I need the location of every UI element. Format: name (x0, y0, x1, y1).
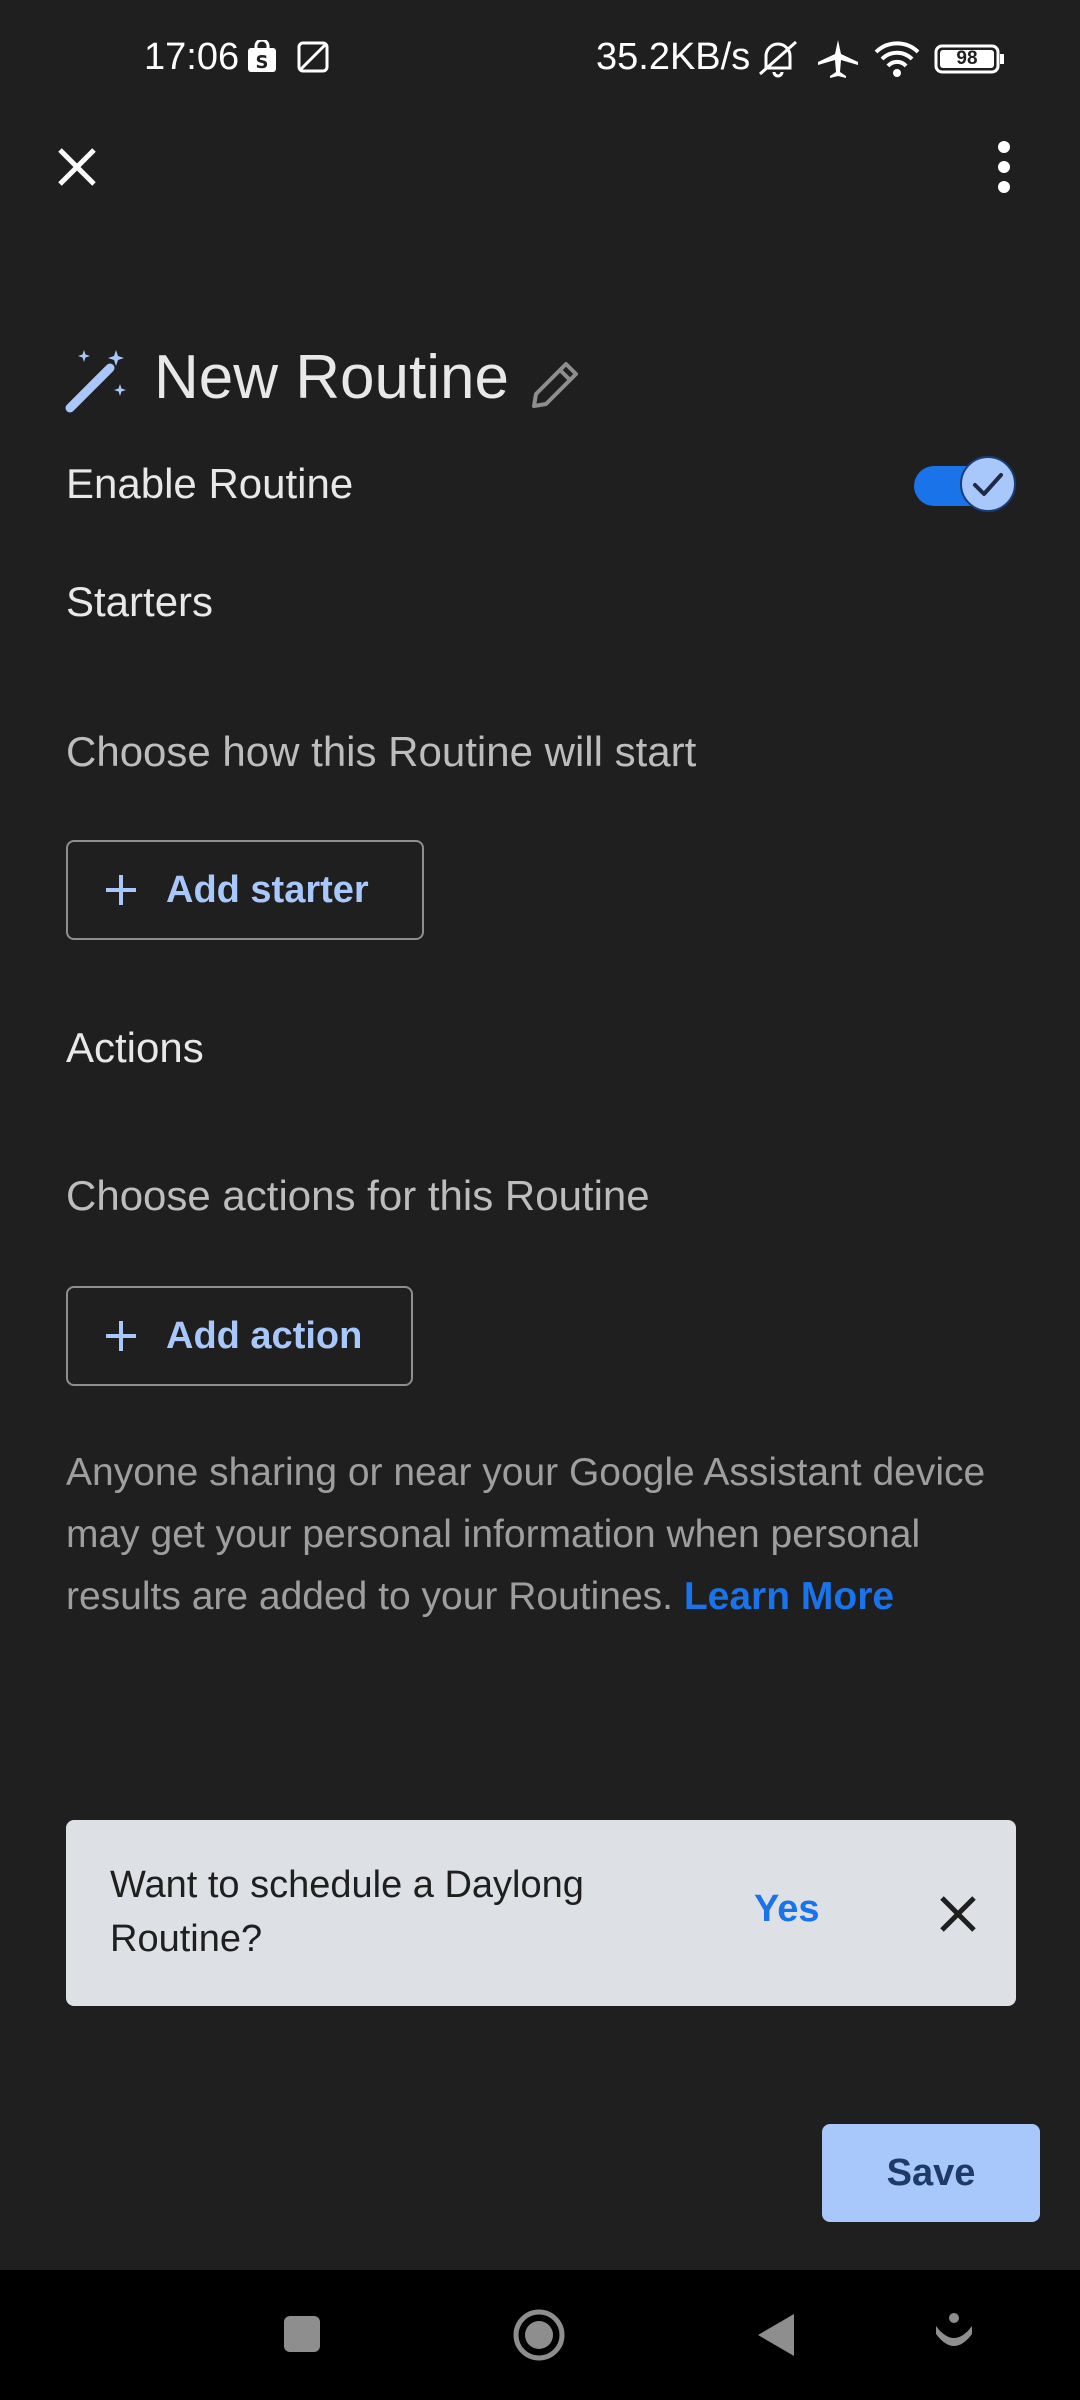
actions-description: Choose actions for this Routine (66, 1172, 650, 1219)
starters-heading: Starters (66, 578, 214, 625)
daylong-snackbar: Want to schedule a Daylong Routine? Yes (66, 1820, 1016, 2006)
toggle-thumb (960, 456, 1016, 512)
magic-wand-icon (64, 348, 130, 414)
status-time: 17:06 (144, 36, 240, 78)
snackbar-yes-button[interactable]: Yes (754, 1888, 820, 1931)
enable-routine-toggle[interactable] (914, 456, 1018, 514)
pencil-icon (532, 362, 578, 408)
add-starter-button[interactable]: Add starter (66, 840, 424, 940)
snackbar-dismiss-button[interactable] (916, 1872, 1000, 1956)
privacy-notice: Anyone sharing or near your Google Assis… (66, 1442, 1026, 1628)
check-icon (973, 473, 1003, 496)
add-action-button[interactable]: Add action (66, 1286, 413, 1386)
close-button[interactable] (40, 130, 114, 204)
actions-heading: Actions (66, 1024, 204, 1071)
silent-bell-icon (756, 38, 800, 85)
square-icon (284, 2316, 320, 2352)
snackbar-message: Want to schedule a Daylong Routine? (110, 1864, 584, 1960)
network-speed: 35.2KB/s (596, 36, 751, 78)
edit-title-button[interactable] (526, 356, 584, 414)
accessibility-icon (936, 2313, 972, 2346)
home-button[interactable] (512, 2308, 566, 2367)
battery-icon: 98 (934, 44, 1006, 74)
more-options-button[interactable] (968, 130, 1042, 204)
more-vert-icon (998, 141, 1010, 193)
no-sim-icon (296, 40, 330, 79)
page-title: New Routine (154, 343, 509, 412)
accessibility-button[interactable] (934, 2312, 974, 2363)
enable-routine-label: Enable Routine (66, 460, 354, 507)
plus-icon (106, 1321, 136, 1351)
battery-level: 98 (956, 48, 978, 69)
wifi-icon (872, 38, 922, 85)
close-icon (58, 148, 96, 186)
add-starter-label: Add starter (166, 868, 369, 911)
learn-more-link[interactable]: Learn More (684, 1575, 894, 1618)
add-action-label: Add action (166, 1314, 363, 1357)
airplane-icon (816, 38, 860, 85)
recents-button[interactable] (282, 2314, 322, 2359)
back-button[interactable] (756, 2312, 796, 2363)
back-triangle-icon (758, 2314, 794, 2356)
system-navigation-bar (0, 2270, 1080, 2400)
starters-description: Choose how this Routine will start (66, 728, 697, 775)
close-icon (940, 1896, 976, 1932)
plus-icon (106, 875, 136, 905)
status-bar: 17:06 S 35.2KB/s 98 (0, 0, 1080, 120)
svg-text:S: S (256, 52, 269, 73)
shopping-bag-icon: S (246, 38, 278, 79)
circle-icon (513, 2309, 565, 2361)
save-button[interactable]: Save (822, 2124, 1040, 2222)
